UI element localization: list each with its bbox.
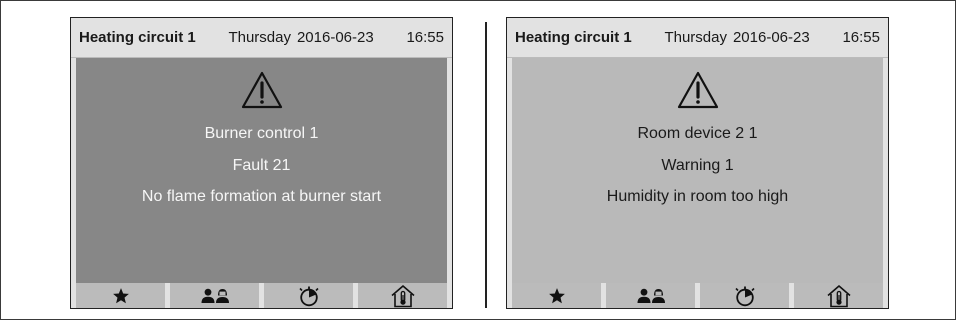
users-button[interactable] [170,283,259,308]
users-icon [201,288,229,303]
message-code: Warning 1 [661,157,734,174]
circuit-title: Heating circuit 1 [515,29,632,46]
fault-message-area: Burner control 1 Fault 21 No flame forma… [76,58,447,283]
softkey-bar [512,283,883,308]
home-climate-button[interactable] [358,283,447,308]
date: 2016-06-23 [296,29,374,46]
star-icon [112,287,129,303]
message-description: No flame formation at burner start [141,188,382,205]
panel-divider [485,22,487,308]
clock-time: 16:55 [406,29,444,46]
warning-message-area: Room device 2 1 Warning 1 Humidity in ro… [512,58,883,283]
timer-icon [734,286,755,306]
message-source: Room device 2 1 [637,125,758,142]
users-button[interactable] [606,283,695,308]
timer-icon [298,286,319,306]
fault-screen: Heating circuit 1 Thursday 2016-06-23 16… [70,17,453,309]
favorites-button[interactable] [76,283,165,308]
users-icon [637,288,665,303]
house-thermometer-icon [826,284,851,307]
warning-triangle-icon [677,71,718,109]
weekday: Thursday [228,29,291,46]
message-description: Humidity in room too high [606,188,789,205]
timer-button[interactable] [700,283,789,308]
timer-button[interactable] [264,283,353,308]
home-climate-button[interactable] [794,283,883,308]
circuit-title: Heating circuit 1 [79,29,196,46]
favorites-button[interactable] [512,283,601,308]
message-source: Burner control 1 [204,125,319,142]
warning-screen: Heating circuit 1 Thursday 2016-06-23 16… [506,17,889,309]
warning-triangle-icon [241,71,282,109]
house-thermometer-icon [390,284,415,307]
softkey-bar [76,283,447,308]
star-icon [548,287,565,303]
status-header: Heating circuit 1 Thursday 2016-06-23 16… [71,18,452,58]
weekday: Thursday [664,29,727,46]
date: 2016-06-23 [732,29,810,46]
clock-time: 16:55 [842,29,880,46]
message-code: Fault 21 [232,157,291,174]
status-header: Heating circuit 1 Thursday 2016-06-23 16… [507,18,888,58]
